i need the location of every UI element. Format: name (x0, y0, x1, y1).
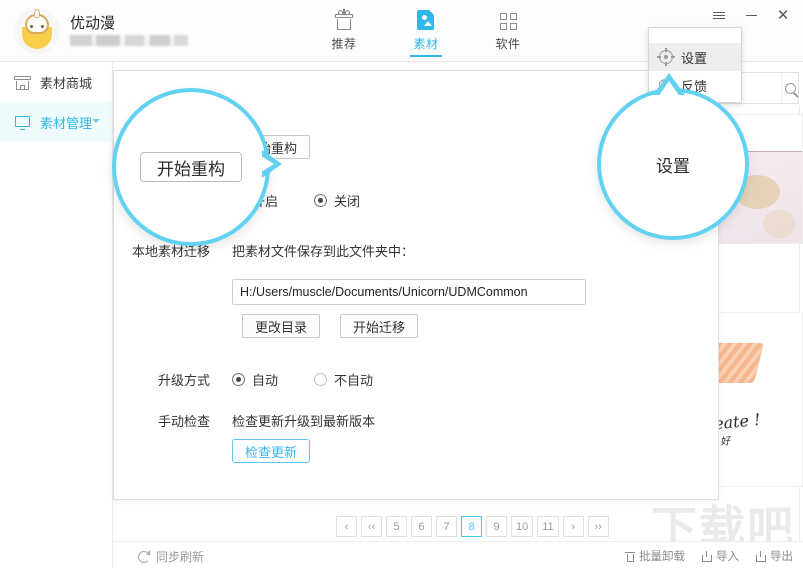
brand-subtitle-redacted (70, 35, 188, 46)
callout-pointer-right (262, 150, 282, 178)
export-label: 导出 (770, 548, 793, 564)
upgrade-row: 升级方式 自动 不自动 (114, 370, 373, 392)
start-migration-button[interactable]: 开始迁移 (340, 314, 418, 338)
pagination-last[interactable]: ›› (588, 516, 609, 537)
chevron-down-icon[interactable] (92, 119, 100, 123)
menu-item-settings[interactable]: 设置 (649, 43, 741, 71)
upgrade-radio-group: 自动 不自动 (232, 370, 373, 389)
migration-helper: 把素材文件保存到此文件夹中： (232, 241, 414, 260)
callout-rebuild-button: 开始重构 (140, 152, 242, 182)
migration-row: 本地素材迁移 把素材文件保存到此文件夹中： (114, 241, 414, 263)
brand: 优动漫 (14, 8, 188, 54)
pagination-page-5[interactable]: 5 (386, 516, 407, 537)
pagination-page-8[interactable]: 8 (461, 516, 482, 537)
nav-item-recommend[interactable]: 推荐 (320, 4, 368, 52)
gift-icon (333, 9, 355, 31)
gear-icon (658, 49, 674, 65)
app-logo-icon (14, 8, 60, 54)
material-icon (415, 9, 437, 31)
sync-refresh-button[interactable]: 同步刷新 (138, 548, 204, 565)
nav-item-recommend-label: 推荐 (331, 35, 356, 52)
search-button[interactable] (781, 73, 798, 103)
grid-icon (497, 9, 519, 31)
manual-check-row: 手动检查 检查更新升级到最新版本 (114, 411, 375, 433)
check-update-row: 检查更新 (114, 439, 310, 463)
sidebar-item-material-manage-label: 素材管理 (40, 113, 92, 132)
manual-check-label: 手动检查 (114, 411, 232, 433)
sync-refresh-label: 同步刷新 (156, 548, 204, 565)
export-icon (756, 551, 766, 562)
import-button[interactable]: 导入 (702, 548, 739, 564)
pagination: ‹ ‹‹ 5 6 7 8 9 10 11 › ›› (336, 516, 609, 537)
manual-check-helper: 检查更新升级到最新版本 (232, 411, 375, 430)
pagination-page-10[interactable]: 10 (511, 516, 533, 537)
sidebar-item-material-manage[interactable]: 素材管理 (0, 102, 112, 142)
footer-bar: 同步刷新 批量卸载 导入 导出 (113, 541, 803, 568)
radio-upgrade-manual[interactable]: 不自动 (314, 370, 373, 389)
pagination-first[interactable]: ‹‹ (361, 516, 382, 537)
footer-actions: 批量卸载 导入 导出 (625, 548, 793, 564)
radio-rebuild-off-label: 关闭 (334, 191, 360, 210)
pagination-prev[interactable]: ‹ (336, 516, 357, 537)
hamburger-menu-button[interactable] (705, 4, 733, 26)
hamburger-icon (713, 12, 725, 19)
radio-dot (232, 373, 245, 386)
upgrade-label: 升级方式 (114, 370, 232, 392)
menu-top-spacer (649, 28, 741, 43)
radio-upgrade-auto[interactable]: 自动 (232, 370, 278, 389)
pagination-page-11[interactable]: 11 (537, 516, 558, 537)
change-directory-button[interactable]: 更改目录 (242, 314, 320, 338)
sidebar-item-store[interactable]: 素材商城 (0, 62, 112, 102)
nav-item-software[interactable]: 软件 (484, 4, 532, 52)
radio-upgrade-manual-label: 不自动 (334, 370, 373, 389)
batch-uninstall-button[interactable]: 批量卸载 (625, 548, 685, 564)
callout-pointer-up (653, 73, 685, 95)
main-nav: 推荐 素材 软件 (320, 4, 532, 52)
menu-item-settings-label: 设置 (681, 48, 707, 67)
migration-path-row (114, 279, 586, 305)
nav-item-material-label: 素材 (413, 35, 438, 52)
pagination-page-9[interactable]: 9 (486, 516, 507, 537)
close-icon: ✕ (777, 8, 790, 23)
migration-label: 本地素材迁移 (114, 241, 232, 263)
minimize-icon (746, 15, 757, 16)
shop-icon (14, 74, 31, 91)
sidebar: 素材商城 素材管理 (0, 62, 113, 568)
pagination-page-6[interactable]: 6 (411, 516, 432, 537)
refresh-icon (138, 551, 150, 563)
callout-settings-text: 设置 (656, 152, 690, 177)
nav-item-software-label: 软件 (495, 35, 520, 52)
radio-dot (314, 194, 327, 207)
import-label: 导入 (716, 548, 739, 564)
batch-uninstall-label: 批量卸载 (639, 548, 685, 564)
migration-actions-row: 更改目录 开始迁移 (114, 314, 418, 338)
close-button[interactable]: ✕ (769, 4, 797, 26)
import-icon (702, 551, 712, 562)
nav-item-material[interactable]: 素材 (402, 4, 450, 52)
sidebar-item-store-label: 素材商城 (40, 73, 92, 92)
callout-rebuild: 开始重构 (112, 88, 270, 246)
callout-settings: 设置 (597, 88, 749, 240)
check-update-button[interactable]: 检查更新 (232, 439, 310, 463)
search-icon (785, 83, 796, 94)
brand-title: 优动漫 (70, 16, 188, 32)
application-window: 优动漫 推荐 (0, 0, 803, 568)
migration-path-input[interactable] (232, 279, 586, 305)
brand-text: 优动漫 (70, 16, 188, 46)
trash-icon (625, 551, 635, 562)
minimize-button[interactable] (737, 4, 765, 26)
export-button[interactable]: 导出 (756, 548, 793, 564)
pagination-page-7[interactable]: 7 (436, 516, 457, 537)
window-controls: ✕ (705, 4, 797, 26)
pagination-next[interactable]: › (563, 516, 584, 537)
radio-dot (314, 373, 327, 386)
radio-upgrade-auto-label: 自动 (252, 370, 278, 389)
radio-rebuild-off[interactable]: 关闭 (314, 191, 360, 210)
monitor-icon (14, 114, 31, 131)
